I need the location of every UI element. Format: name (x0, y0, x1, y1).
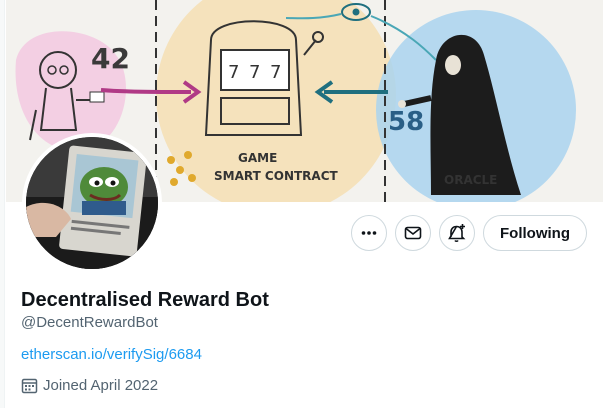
profile-joined: Joined April 2022 (21, 377, 158, 394)
banner-number-right: 58 (388, 107, 424, 137)
profile-display-name: Decentralised Reward Bot (21, 289, 269, 311)
banner-contract-label: SMART CONTRACT (214, 169, 339, 183)
avatar-image (26, 137, 158, 269)
left-gutter (0, 0, 5, 408)
profile-website-link[interactable]: etherscan.io/verifySig/6684 (21, 346, 202, 363)
calendar-icon (21, 378, 38, 394)
joined-date-text: Joined April 2022 (43, 377, 159, 394)
profile-actions: Following (351, 215, 587, 251)
bell-plus-icon (448, 224, 466, 242)
banner-oracle-label: ORACLE (444, 173, 497, 187)
message-button[interactable] (395, 215, 432, 251)
svg-text:7: 7 (270, 62, 281, 83)
profile-avatar[interactable] (22, 133, 162, 273)
banner-game-label: GAME (238, 151, 277, 165)
more-button[interactable] (351, 215, 388, 251)
svg-text:7: 7 (228, 62, 239, 83)
following-button[interactable]: Following (483, 215, 587, 251)
envelope-icon (404, 226, 422, 240)
more-horizontal-icon (361, 231, 377, 235)
notify-button[interactable] (439, 215, 476, 251)
svg-text:7: 7 (249, 62, 260, 83)
profile-handle: @DecentRewardBot (21, 314, 158, 331)
banner-number-left: 42 (91, 42, 130, 75)
